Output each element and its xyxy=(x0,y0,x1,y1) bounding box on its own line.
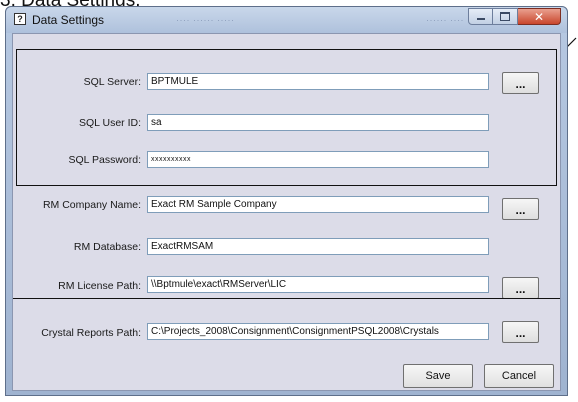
sql-password-label: SQL Password: xyxy=(68,154,141,166)
crystal-reports-path-label: Crystal Reports Path: xyxy=(41,327,141,339)
titlebar-background-text: ······ ···· xyxy=(426,15,464,25)
cancel-button[interactable]: Cancel xyxy=(484,364,554,388)
rm-database-field[interactable]: ExactRMSAM xyxy=(147,238,489,255)
maximize-button[interactable] xyxy=(493,8,518,25)
rm-company-browse-button[interactable]: ... xyxy=(502,198,539,220)
minimize-icon xyxy=(476,18,485,20)
rm-company-name-field[interactable]: Exact RM Sample Company xyxy=(147,196,489,213)
window-title: Data Settings xyxy=(32,13,105,27)
window-controls: ✕ xyxy=(468,8,561,25)
sql-server-browse-button[interactable]: ... xyxy=(502,72,539,94)
sql-server-label: SQL Server: xyxy=(83,76,141,88)
section-divider xyxy=(13,298,560,299)
crystal-reports-browse-button[interactable]: ... xyxy=(502,321,539,343)
sql-user-id-label: SQL User ID: xyxy=(78,117,141,129)
dialog-client-area: SQL Server: BPTMULE ... SQL User ID: sa … xyxy=(12,33,561,391)
close-icon: ✕ xyxy=(533,9,545,24)
rm-license-path-label: RM License Path: xyxy=(58,280,141,292)
minimize-button[interactable] xyxy=(468,8,493,25)
save-button[interactable]: Save xyxy=(403,364,473,388)
rm-license-browse-button[interactable]: ... xyxy=(502,277,539,299)
rm-database-label: RM Database: xyxy=(73,241,141,253)
close-button[interactable]: ✕ xyxy=(518,8,561,25)
sql-user-id-field[interactable]: sa xyxy=(147,114,489,131)
rm-license-path-field[interactable]: \\Bptmule\exact\RMServer\LIC xyxy=(147,276,489,293)
window-icon: ? xyxy=(14,13,26,25)
rm-company-name-label: RM Company Name: xyxy=(42,199,141,211)
crystal-reports-path-field[interactable]: C:\Projects_2008\Consignment\Consignment… xyxy=(147,323,489,340)
title-bar[interactable]: ···· ······ ····· ······ ···· ? Data Set… xyxy=(6,7,567,33)
sql-password-field[interactable]: xxxxxxxxxx xyxy=(147,151,489,168)
data-settings-window: ···· ······ ····· ······ ···· ? Data Set… xyxy=(5,6,568,396)
titlebar-background-text: ···· ······ ····· xyxy=(176,15,235,25)
sql-server-field[interactable]: BPTMULE xyxy=(147,73,489,90)
maximize-icon xyxy=(500,12,510,21)
